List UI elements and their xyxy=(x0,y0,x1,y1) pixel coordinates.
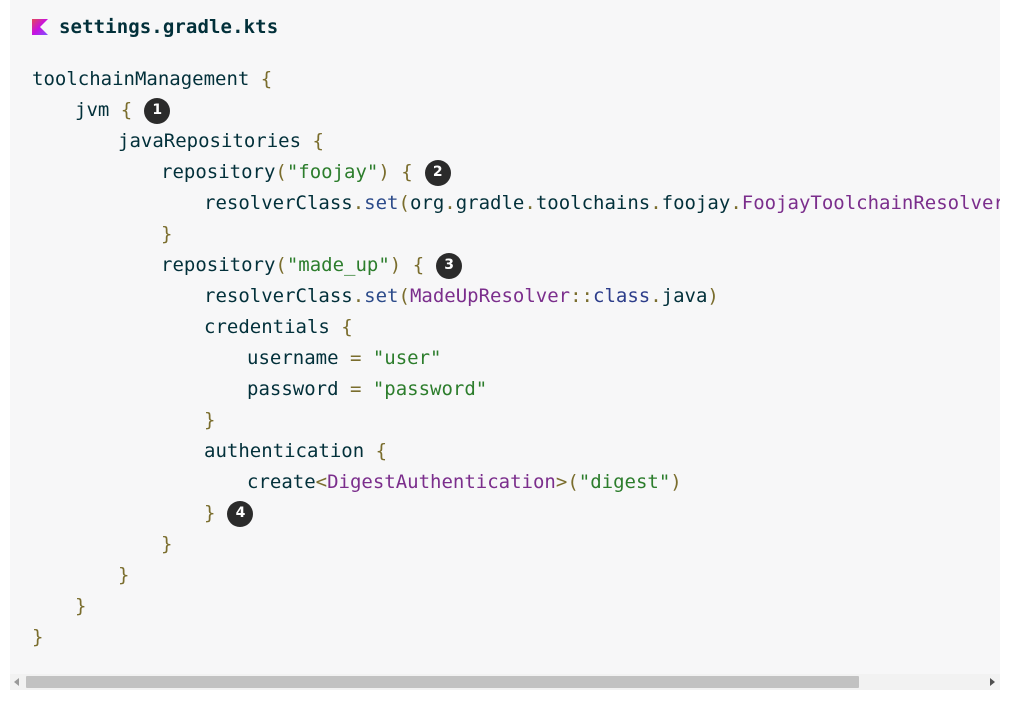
code-token: . xyxy=(352,192,365,214)
code-token: . xyxy=(650,285,662,307)
code-token: { xyxy=(312,130,324,152)
code-token: MadeUpResolver xyxy=(409,285,571,307)
code-token: { xyxy=(375,440,388,462)
code-line: javaRepositories { xyxy=(32,126,1000,157)
callout-badge: 4 xyxy=(227,500,254,527)
code-token: ( xyxy=(275,254,287,276)
callout-badge: 1 xyxy=(144,97,171,124)
code-token: . xyxy=(650,192,662,214)
code-token: class xyxy=(593,285,651,307)
code-token: { xyxy=(401,161,413,183)
code-token: password xyxy=(247,378,350,400)
code-token: { xyxy=(120,99,133,121)
code-line: username = "user" xyxy=(32,343,1000,374)
code-line: } 4 xyxy=(32,498,1000,529)
code-token: } xyxy=(204,502,216,524)
code-token: DigestAuthentication xyxy=(327,471,556,493)
code-token: resolverClass xyxy=(204,192,353,214)
code-token: ( xyxy=(398,285,410,307)
code-token: . xyxy=(352,285,365,307)
code-token: } xyxy=(118,564,130,586)
code-token: ( xyxy=(398,192,410,214)
scroll-right-arrow-icon[interactable] xyxy=(990,678,995,686)
code-token: ) xyxy=(707,285,719,307)
kotlin-icon xyxy=(32,19,48,35)
code-token: } xyxy=(204,409,216,431)
code-token: . xyxy=(524,192,536,214)
code-token: username xyxy=(247,347,350,369)
code-token: resolverClass xyxy=(204,285,353,307)
code-token: } xyxy=(32,626,44,648)
code-header: settings.gradle.kts xyxy=(32,14,278,40)
code-line: password = "password" xyxy=(32,374,1000,405)
code-line: jvm {1 xyxy=(32,95,1000,126)
callout-badge: 3 xyxy=(436,252,463,279)
code-token: ) xyxy=(670,471,682,493)
code-token: "foojay" xyxy=(286,161,379,183)
code-token: ( xyxy=(567,471,579,493)
code-token: credentials xyxy=(204,316,342,338)
code-token: java xyxy=(661,285,708,307)
code-token: "user" xyxy=(372,347,442,369)
code-token: org xyxy=(409,192,445,214)
code-token: { xyxy=(260,68,273,90)
code-line: resolverClass. set(org. gradle. toolchains.… xyxy=(32,188,1000,219)
file-name: settings.gradle.kts xyxy=(59,16,279,38)
code-token: authentication xyxy=(204,440,376,462)
code-token: . xyxy=(444,192,456,214)
code-token: "password" xyxy=(372,378,488,400)
code-token: } xyxy=(161,223,173,245)
code-block: settings.gradle.kts toolchainManagement … xyxy=(10,0,1000,690)
scrollbar-thumb[interactable] xyxy=(26,676,859,688)
code-line: create < DigestAuthentication >("digest") xyxy=(32,467,1000,498)
code-token: = xyxy=(349,347,362,369)
code-token: foojay xyxy=(661,192,731,214)
code-token: create xyxy=(247,471,316,493)
code-token: < xyxy=(315,471,328,493)
code-token: gradle xyxy=(455,192,525,214)
code-token: toolchains xyxy=(535,192,651,214)
code-token: . xyxy=(730,192,742,214)
code-line: } xyxy=(32,529,1000,560)
code-token: { xyxy=(412,254,425,276)
code-token: toolchainManagement xyxy=(32,68,261,90)
code-line: } xyxy=(32,405,1000,436)
code-token: = xyxy=(349,378,362,400)
scroll-left-arrow-icon[interactable] xyxy=(14,678,19,686)
code-token: ) xyxy=(389,254,413,276)
code-token: "digest" xyxy=(578,471,671,493)
code-token: ( xyxy=(275,161,287,183)
code-line: repository("foojay") {2 xyxy=(32,157,1000,188)
code-token: } xyxy=(161,533,173,555)
code-token: ) xyxy=(378,161,402,183)
code-token: repository xyxy=(161,161,276,183)
code-line: credentials { xyxy=(32,312,1000,343)
code-token: { xyxy=(341,316,353,338)
code-content: toolchainManagement {jvm {1 javaRepositor… xyxy=(32,64,1000,653)
code-token: "made_up" xyxy=(286,254,390,276)
code-token: FoojayToolchainResolver xyxy=(741,192,1000,214)
code-line: repository("made_up") {3 xyxy=(32,250,1000,281)
code-token: javaRepositories xyxy=(118,130,313,152)
code-token: set xyxy=(364,285,399,307)
code-line: } xyxy=(32,219,1000,250)
code-line: } xyxy=(32,560,1000,591)
code-token: :: xyxy=(570,285,593,307)
code-line: authentication { xyxy=(32,436,1000,467)
callout-badge: 2 xyxy=(424,159,451,186)
code-line: } xyxy=(32,591,1000,622)
code-line: } xyxy=(32,622,1000,653)
code-token: jvm xyxy=(75,99,121,121)
code-token: repository xyxy=(161,254,276,276)
code-line: toolchainManagement { xyxy=(32,64,1000,95)
code-line: resolverClass. set(MadeUpResolver:: class.… xyxy=(32,281,1000,312)
code-token: > xyxy=(555,471,568,493)
code-token: set xyxy=(364,192,399,214)
code-token: } xyxy=(75,595,87,617)
horizontal-scrollbar[interactable] xyxy=(10,674,1000,690)
